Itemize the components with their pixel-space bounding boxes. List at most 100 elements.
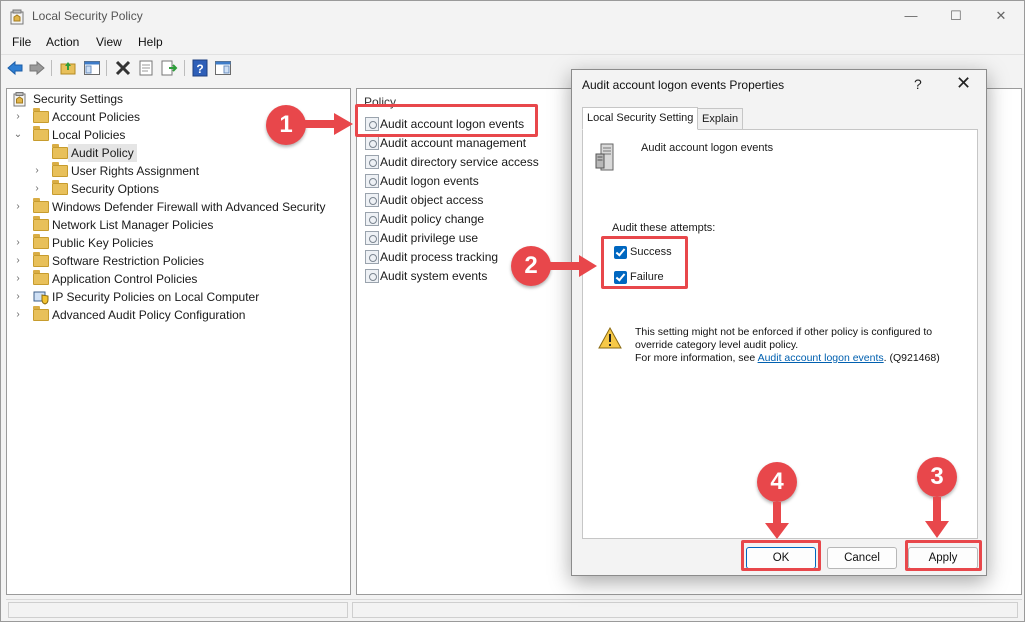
policy-setting-icon xyxy=(365,250,379,264)
chevron-right-icon[interactable]: › xyxy=(13,198,23,216)
folder-icon xyxy=(33,270,49,285)
chevron-right-icon[interactable]: › xyxy=(13,270,23,288)
tree-item-application-control[interactable]: › Application Control Policies xyxy=(11,270,341,288)
tree-label: Public Key Policies xyxy=(52,236,154,250)
tree-label: Software Restriction Policies xyxy=(52,254,205,268)
chevron-right-icon[interactable]: › xyxy=(13,234,23,252)
warning-line: This setting might not be enforced if ot… xyxy=(635,326,933,338)
policy-label: Audit privilege use xyxy=(380,231,479,245)
arrow-right-icon xyxy=(550,255,597,277)
highlight-box-ok xyxy=(741,540,821,571)
folder-open-icon xyxy=(33,126,49,141)
tree-item-network-list-manager[interactable]: Network List Manager Policies xyxy=(11,216,341,234)
arrow-right-icon xyxy=(304,113,353,135)
chevron-right-icon[interactable]: › xyxy=(13,252,23,270)
policy-label: Audit system events xyxy=(380,269,488,283)
highlight-box-apply xyxy=(905,540,982,571)
dialog-title: Audit account logon events Properties xyxy=(582,78,785,92)
warning-message: This setting might not be enforced if ot… xyxy=(635,326,965,365)
folder-icon xyxy=(33,306,49,321)
window-title: Local Security Policy xyxy=(32,9,143,23)
show-hide-action-pane-icon[interactable] xyxy=(214,59,232,77)
help-icon[interactable]: ? xyxy=(191,59,209,77)
policy-setting-icon xyxy=(365,155,379,169)
policy-name-label: Audit account logon events xyxy=(641,142,774,154)
policy-setting-icon xyxy=(365,231,379,245)
show-hide-tree-icon[interactable] xyxy=(83,59,101,77)
policy-label: Audit policy change xyxy=(380,212,485,226)
warning-line: override category level audit policy. xyxy=(635,339,799,351)
forward-icon[interactable] xyxy=(28,59,46,77)
chevron-down-icon[interactable]: ⌄ xyxy=(13,126,23,144)
chevron-right-icon[interactable]: › xyxy=(13,288,23,306)
tree-label: IP Security Policies on Local Computer xyxy=(52,290,260,304)
tree-label-selected: Audit Policy xyxy=(68,144,137,162)
up-folder-icon[interactable] xyxy=(59,59,77,77)
step-badge-1: 1 xyxy=(266,105,306,145)
tree-label: Local Policies xyxy=(52,128,126,142)
policy-setting-icon xyxy=(365,136,379,150)
cancel-button[interactable]: Cancel xyxy=(827,547,897,569)
arrow-down-icon xyxy=(925,497,949,538)
menu-action[interactable]: Action xyxy=(46,35,79,49)
tree-item-security-options[interactable]: › Security Options xyxy=(11,180,341,198)
warning-line: For more information, see Audit account … xyxy=(635,352,965,365)
tree-item-software-restriction[interactable]: › Software Restriction Policies xyxy=(11,252,341,270)
minimize-button[interactable]: — xyxy=(888,5,934,29)
menu-file[interactable]: File xyxy=(12,35,31,49)
audit-attempts-label: Audit these attempts: xyxy=(612,222,716,234)
delete-icon[interactable] xyxy=(114,59,132,77)
back-icon[interactable] xyxy=(6,59,24,77)
policy-label: Audit directory service access xyxy=(380,155,539,169)
policy-setting-icon xyxy=(365,174,379,188)
properties-icon[interactable] xyxy=(137,59,155,77)
policy-label: Audit process tracking xyxy=(380,250,499,264)
folder-icon xyxy=(33,216,49,231)
chevron-right-icon[interactable]: › xyxy=(32,180,42,198)
tree-item-windows-defender-firewall[interactable]: › Windows Defender Firewall with Advance… xyxy=(11,198,341,216)
step-badge-3: 3 xyxy=(917,457,957,497)
tree-item-user-rights-assignment[interactable]: › User Rights Assignment xyxy=(11,162,341,180)
status-cell xyxy=(8,602,348,618)
tree-label: Network List Manager Policies xyxy=(52,218,214,232)
menu-help[interactable]: Help xyxy=(138,35,163,49)
tree-item-ip-security-policies[interactable]: › IP Security Policies on Local Computer xyxy=(11,288,341,306)
tree-label: Windows Defender Firewall with Advanced … xyxy=(52,200,326,214)
svg-text:?: ? xyxy=(196,62,203,76)
chevron-right-icon[interactable]: › xyxy=(13,108,23,126)
status-bar xyxy=(6,599,1022,619)
menu-bar: File Action View Help xyxy=(1,33,1024,53)
tree-label: Security Settings xyxy=(33,92,124,106)
tree-item-public-key-policies[interactable]: › Public Key Policies xyxy=(11,234,341,252)
menu-view[interactable]: View xyxy=(96,35,122,49)
warning-suffix: . (Q921468) xyxy=(883,352,940,364)
folder-icon xyxy=(33,234,49,249)
tree-label: Application Control Policies xyxy=(52,272,198,286)
highlight-box-checkboxes xyxy=(601,236,688,289)
tree-label: Account Policies xyxy=(52,110,141,124)
tab-explain[interactable]: Explain xyxy=(697,108,744,130)
dialog-close-button[interactable]: ✕ xyxy=(956,73,971,94)
chevron-right-icon[interactable]: › xyxy=(13,306,23,324)
dialog-help-button[interactable]: ? xyxy=(914,76,922,92)
folder-icon xyxy=(52,180,68,195)
maximize-button[interactable]: ☐ xyxy=(933,5,979,29)
tree-label: Security Options xyxy=(71,182,160,196)
tree-label: User Rights Assignment xyxy=(71,164,200,178)
policy-setting-icon xyxy=(365,269,379,283)
toolbar-separator xyxy=(184,60,185,76)
audit-policy-help-link[interactable]: Audit account logon events xyxy=(758,352,884,364)
folder-icon xyxy=(52,162,68,177)
highlight-box-policy xyxy=(355,104,538,137)
toolbar-separator xyxy=(106,60,107,76)
export-list-icon[interactable] xyxy=(160,59,178,77)
step-badge-2: 2 xyxy=(511,246,551,286)
tree-item-advanced-audit[interactable]: › Advanced Audit Policy Configuration xyxy=(11,306,341,324)
step-badge-4: 4 xyxy=(757,462,797,502)
folder-icon xyxy=(33,252,49,267)
warning-icon xyxy=(598,327,622,349)
chevron-right-icon[interactable]: › xyxy=(32,162,42,180)
tab-local-security-setting[interactable]: Local Security Setting xyxy=(582,107,699,130)
tree-item-audit-policy[interactable]: Audit Policy xyxy=(11,144,341,162)
close-button[interactable]: ✕ xyxy=(978,5,1024,29)
